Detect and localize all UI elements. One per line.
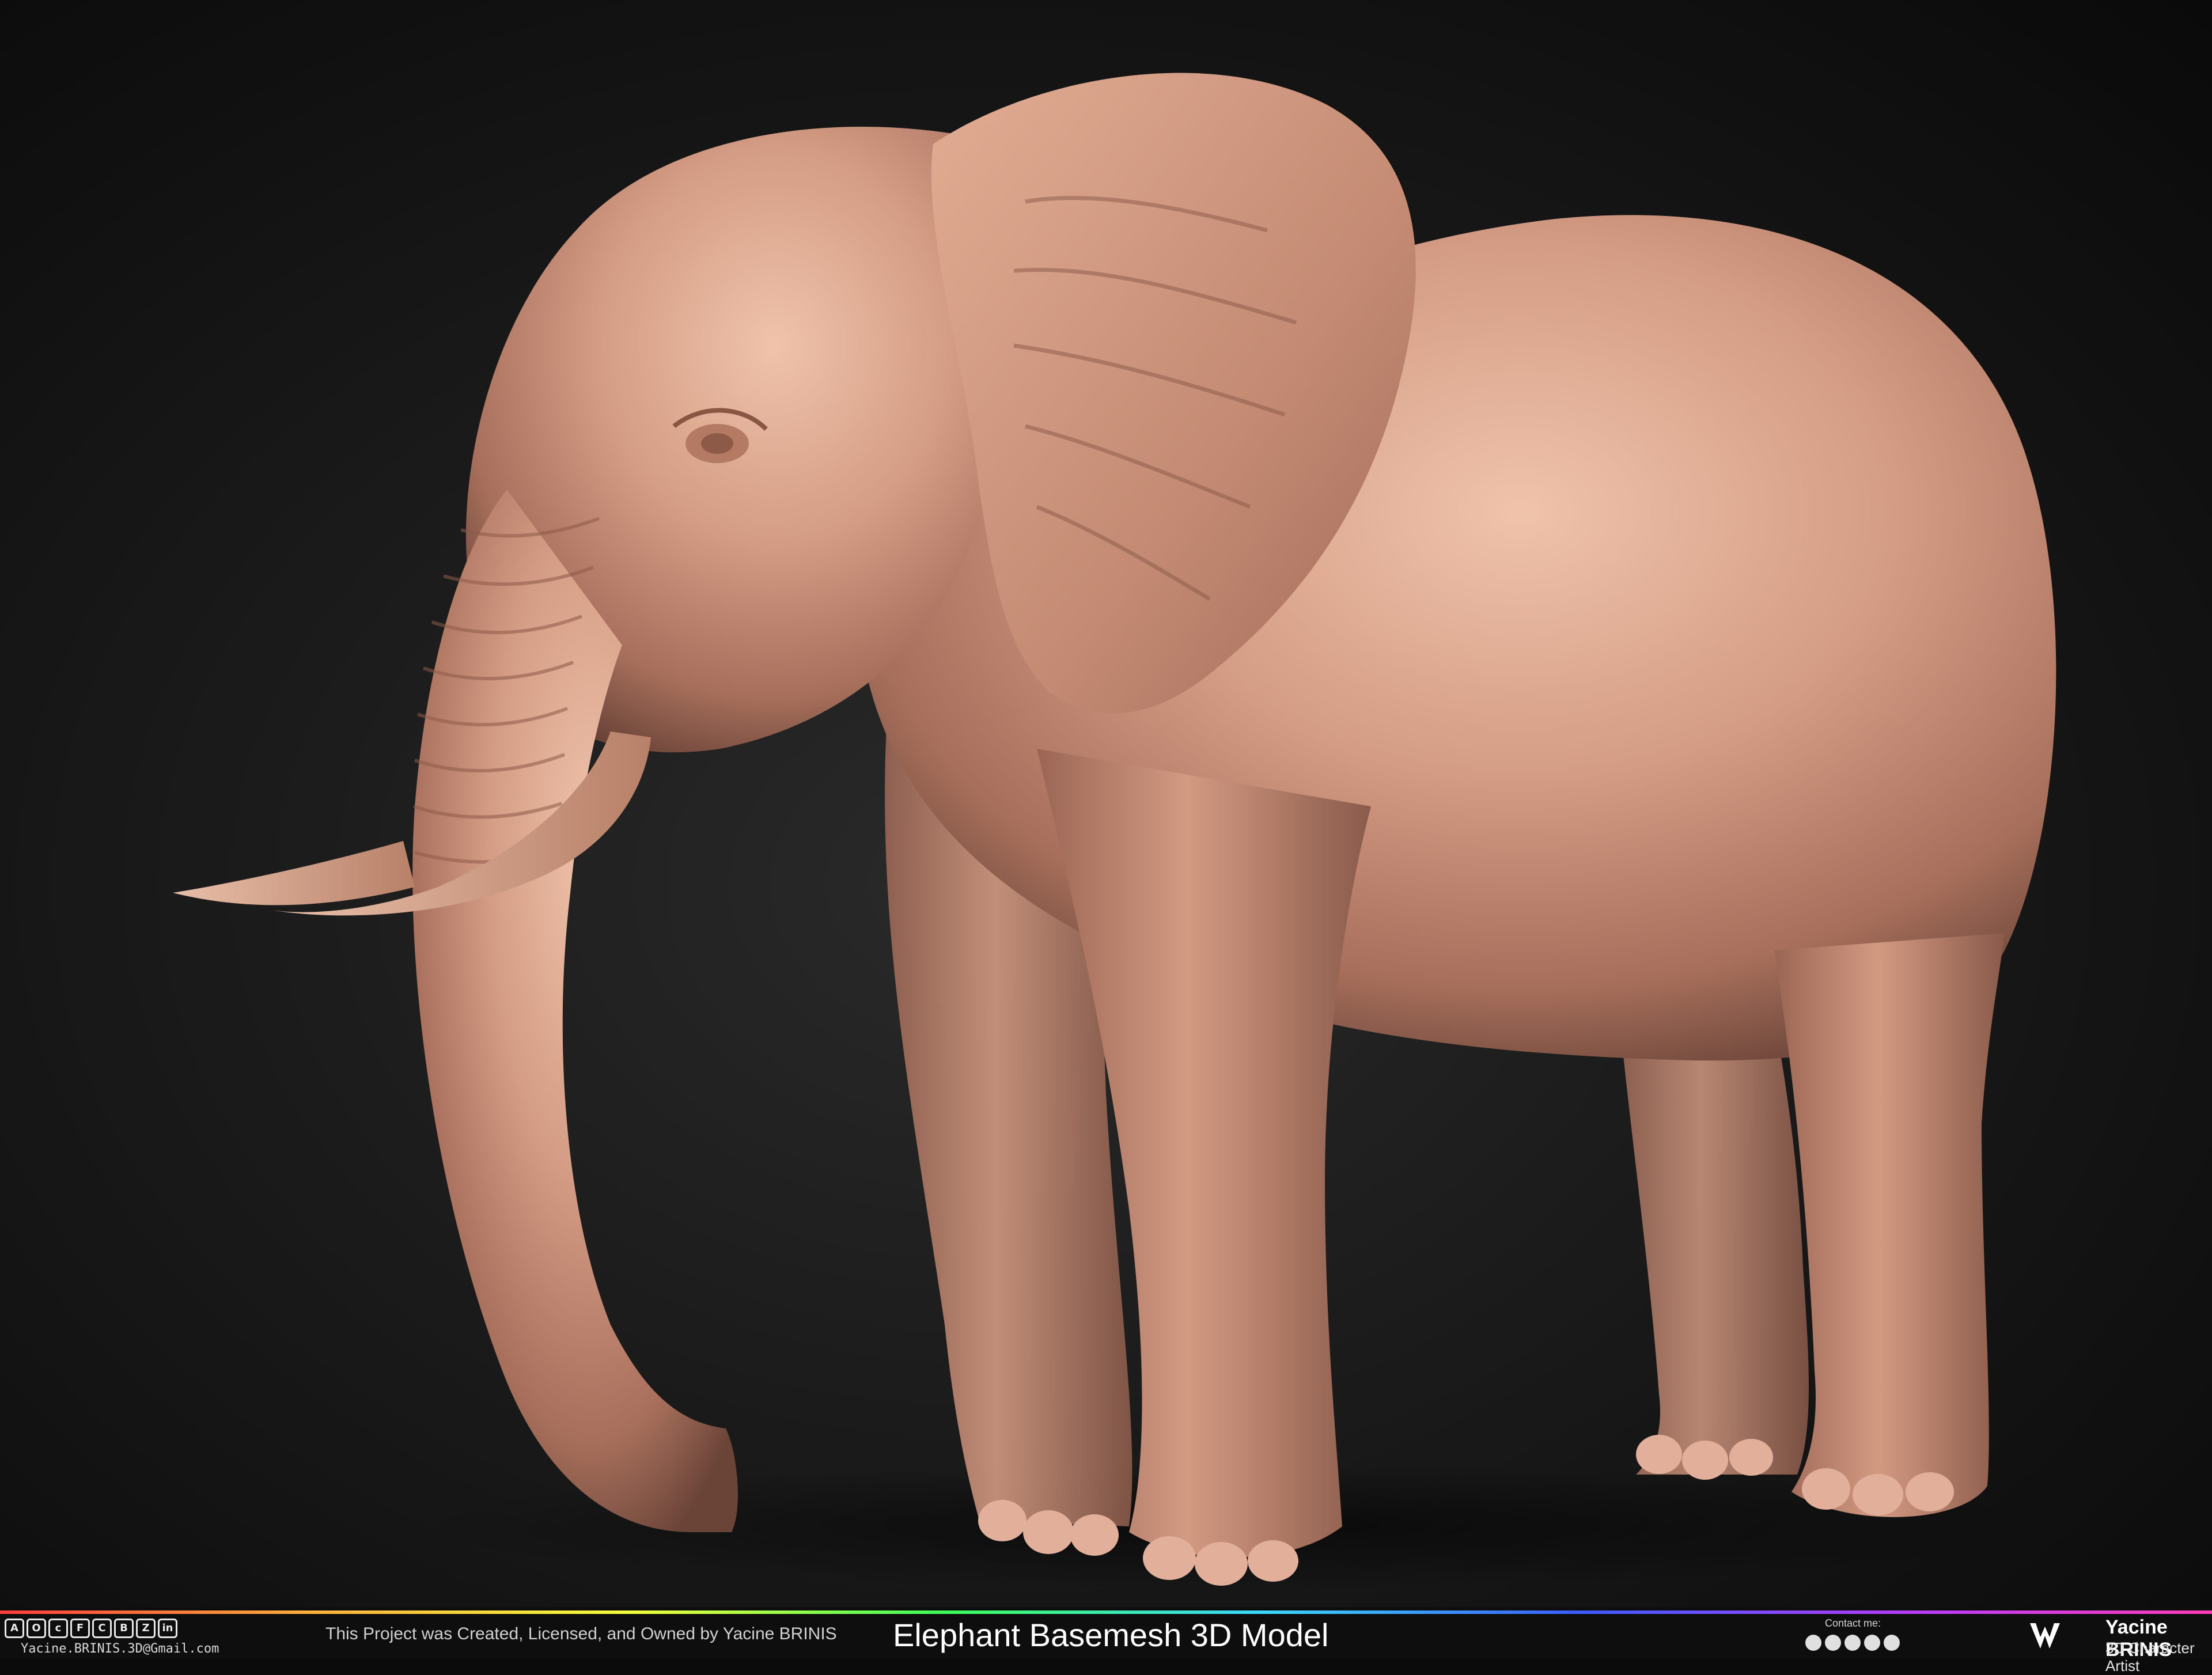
instagram-icon[interactable] [1844,1635,1861,1651]
contact-label: Contact me: [1825,1617,1881,1629]
facebook-icon[interactable] [1805,1635,1821,1651]
elephant-sculpt-image [173,73,2074,1590]
sketchfab-icon[interactable]: O [26,1619,46,1638]
messenger-icon[interactable] [1825,1635,1841,1651]
artist-logo-icon [2030,1623,2060,1649]
artstation-icon[interactable]: A [5,1619,24,1638]
sketchfab-alt-icon[interactable]: Z [136,1619,156,1638]
turbosquid-icon[interactable]: F [70,1619,90,1638]
behance-icon[interactable]: B [114,1619,134,1638]
artist-role: 3D Character Artist [2105,1639,2195,1674]
contact-links [1805,1635,1900,1651]
social-links: A O c F C B Z in [5,1617,177,1639]
credit-text: This Project was Created, Licensed, and … [325,1624,837,1643]
youtube-icon[interactable] [1884,1635,1900,1651]
page-title: Elephant Basemesh 3D Model [893,1617,1329,1653]
email-address[interactable]: Yacine.BRINIS.3D@Gmail.com [21,1642,219,1656]
linkedin-icon[interactable]: in [158,1619,177,1638]
3dexport-icon[interactable]: C [92,1619,112,1638]
rainbow-divider [0,1610,2212,1614]
whatsapp-icon[interactable] [1864,1635,1880,1651]
render-viewport [0,0,2212,1607]
cgtrader-icon[interactable]: c [48,1619,68,1638]
